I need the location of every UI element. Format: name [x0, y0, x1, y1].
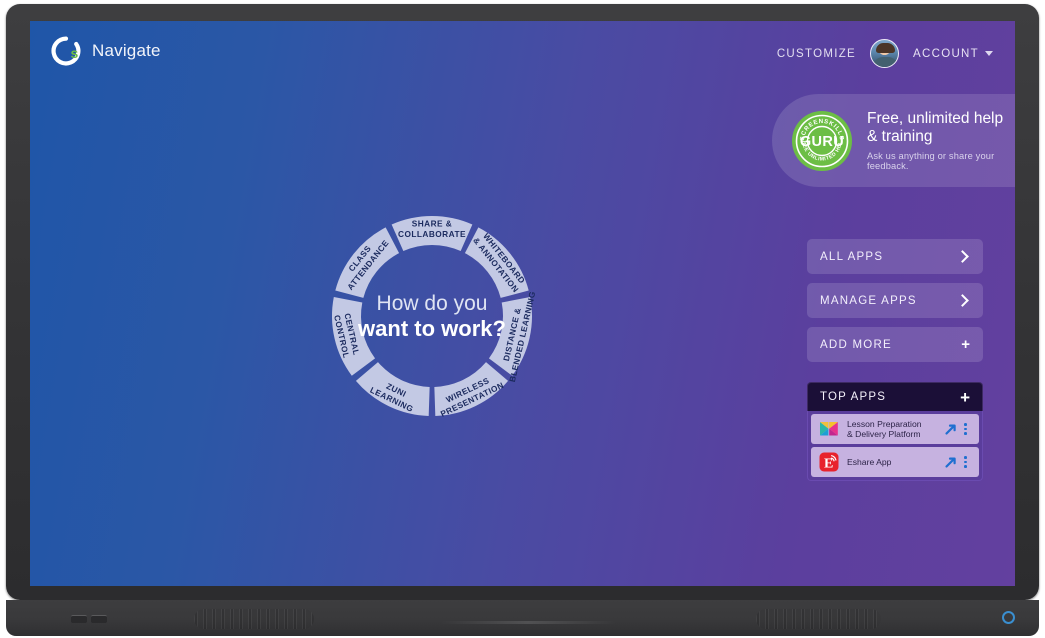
- app-name-line1: Lesson Preparation: [847, 419, 922, 429]
- chevron-right-icon: [956, 294, 969, 307]
- three-dot-menu-icon[interactable]: [960, 423, 971, 435]
- app-rows: Lesson Preparation & Delivery Platform E…: [807, 411, 983, 481]
- launch-arrow-icon[interactable]: [944, 423, 957, 436]
- menu-list: ALL APPS MANAGE APPS ADD MORE +: [807, 239, 983, 371]
- speaker-grille-right: [756, 609, 881, 629]
- bottom-bezel: [6, 600, 1039, 636]
- list-item[interactable]: Lesson Preparation & Delivery Platform: [811, 414, 979, 444]
- add-app-plus-icon[interactable]: +: [960, 389, 970, 406]
- guru-text: Free, unlimited help & training Ask us a…: [867, 110, 1015, 171]
- wheel-svg: SHARE &COLLABORATE WHITEBOARD& ANNOTATION…: [332, 216, 537, 419]
- butterfly-app-icon: [819, 419, 839, 439]
- bezel-strip: [441, 621, 616, 624]
- list-item[interactable]: E Eshare App: [811, 447, 979, 477]
- top-bar-right: CUSTOMIZE ACCOUNT: [777, 39, 993, 68]
- brand-name: Navigate: [92, 41, 161, 60]
- add-more-button[interactable]: ADD MORE +: [807, 327, 983, 362]
- clevershare-c-logo-icon: s: [51, 36, 81, 66]
- all-apps-label: ALL APPS: [820, 250, 884, 263]
- wheel-segment-label: SHARE &: [412, 219, 453, 229]
- plus-icon: +: [961, 336, 970, 353]
- eshare-e-icon: E: [819, 452, 839, 472]
- chevron-down-icon: [985, 51, 993, 56]
- guru-help-panel[interactable]: SCREENSKILLS FREE UNLIMITED HELP GURU Fr…: [772, 94, 1015, 187]
- guru-title-line1: Free, unlimited help: [867, 110, 1004, 127]
- top-apps-title: TOP APPS: [820, 391, 887, 403]
- list-item-label: Lesson Preparation & Delivery Platform: [847, 419, 944, 439]
- speaker-grille-left: [194, 609, 314, 629]
- avatar[interactable]: [870, 39, 900, 68]
- customize-button[interactable]: CUSTOMIZE: [777, 48, 856, 60]
- guru-badge-icon: SCREENSKILLS FREE UNLIMITED HELP GURU: [789, 106, 853, 172]
- usb-port[interactable]: [91, 615, 107, 623]
- all-apps-button[interactable]: ALL APPS: [807, 239, 983, 274]
- work-mode-wheel: SHARE & COLLABORATE WHITEBOARD & ANNOTATION…: [262, 146, 602, 486]
- manage-apps-button[interactable]: MANAGE APPS: [807, 283, 983, 318]
- screen: s Navigate CUSTOMIZE ACCOUNT SCREENSKILL…: [30, 21, 1015, 586]
- launch-arrow-icon[interactable]: [944, 456, 957, 469]
- top-bar: s Navigate CUSTOMIZE ACCOUNT: [30, 21, 1015, 83]
- account-label: ACCOUNT: [913, 47, 979, 60]
- top-apps-header: TOP APPS +: [807, 382, 983, 411]
- avatar-hair: [876, 43, 896, 53]
- avatar-body: [873, 57, 899, 67]
- usb-port[interactable]: [71, 615, 87, 623]
- power-button[interactable]: [1002, 611, 1015, 624]
- brand: s Navigate: [51, 36, 161, 66]
- app-name-line2: & Delivery Platform: [847, 429, 921, 439]
- top-apps-panel: TOP APPS + Lesson Preparation & Delivery…: [807, 382, 983, 481]
- guru-title: Free, unlimited help & training: [867, 110, 1015, 145]
- guru-title-line2: & training: [867, 127, 933, 145]
- guru-subtitle: Ask us anything or share your feedback.: [867, 151, 995, 171]
- chevron-right-icon: [956, 250, 969, 263]
- svg-text:GURU: GURU: [800, 134, 844, 150]
- display-frame: s Navigate CUSTOMIZE ACCOUNT SCREENSKILL…: [6, 4, 1039, 600]
- account-button[interactable]: ACCOUNT: [913, 48, 993, 60]
- list-item-label: Eshare App: [847, 457, 892, 467]
- three-dot-menu-icon[interactable]: [960, 456, 971, 468]
- manage-apps-label: MANAGE APPS: [820, 294, 917, 307]
- add-more-label: ADD MORE: [820, 338, 892, 351]
- wheel-segment-label: COLLABORATE: [398, 229, 466, 239]
- svg-text:s: s: [71, 45, 79, 61]
